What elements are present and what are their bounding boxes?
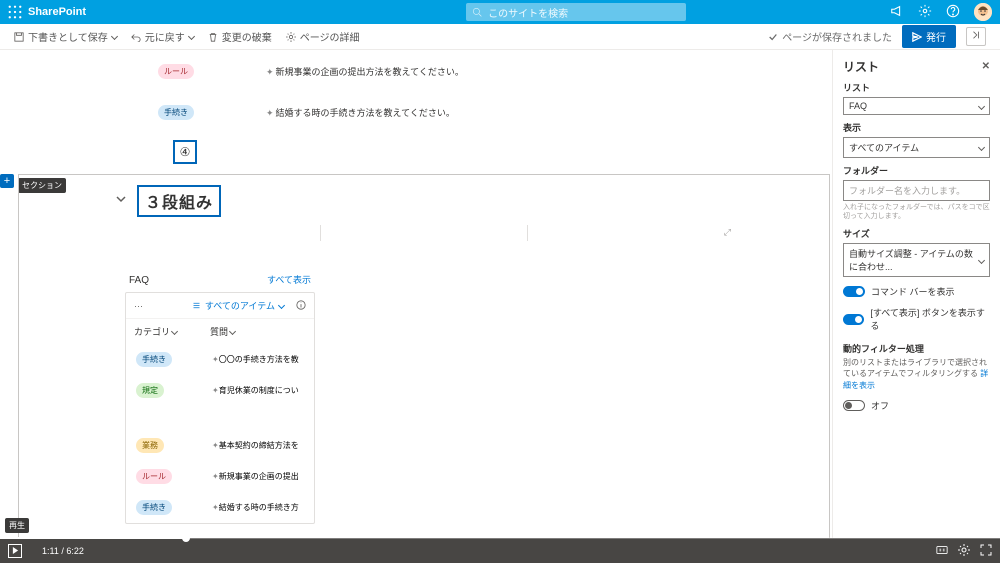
publish-button[interactable]: 発行 bbox=[902, 25, 956, 48]
dynamic-filter-desc: 別のリストまたはライブラリで選択されているアイテムでフィルタリングする 詳細を表… bbox=[843, 357, 990, 391]
settings-icon[interactable] bbox=[918, 4, 932, 21]
webpart-title: FAQ bbox=[129, 275, 149, 286]
search-placeholder: このサイトを検索 bbox=[488, 5, 568, 20]
saved-status: ページが保存されました bbox=[768, 29, 892, 44]
question-text: ✦結婚する時の手続き方 bbox=[212, 502, 299, 513]
list-row[interactable]: ルール ✦新規事業の企画の提出方法を教えてください。 bbox=[158, 64, 832, 79]
folder-hint: 入れ子になったフォルダーでは、パスをコで区切って入力します。 bbox=[843, 203, 990, 221]
fullscreen-icon[interactable] bbox=[980, 544, 992, 558]
video-player-bar: 1:11 / 6:22 bbox=[0, 538, 1000, 563]
chevron-down-icon bbox=[978, 102, 985, 109]
megaphone-icon[interactable] bbox=[890, 4, 904, 21]
section-3col[interactable]: ３段組み ⤢ FAQ すべて表示 ··· bbox=[18, 174, 830, 538]
chevron-down-icon bbox=[171, 328, 178, 335]
table-row[interactable]: ルール ✦新規事業の企画の提出 bbox=[126, 461, 314, 492]
toggle-dynamic-filter[interactable] bbox=[843, 400, 865, 411]
captions-icon[interactable] bbox=[936, 544, 948, 558]
table-row[interactable]: 手続き ✦結婚する時の手続き方 bbox=[126, 492, 314, 523]
chevron-down-icon bbox=[978, 257, 985, 264]
view-selector[interactable]: すべてのアイテム bbox=[192, 299, 284, 312]
category-badge: ルール bbox=[158, 64, 194, 79]
add-section-rail: + bbox=[0, 174, 18, 188]
close-panel-button[interactable]: ✕ bbox=[982, 61, 990, 72]
column-header-question[interactable]: 質問 bbox=[210, 325, 235, 338]
page-details-button[interactable]: ページの詳細 bbox=[286, 29, 360, 44]
suite-nav: SharePoint このサイトを検索 bbox=[0, 0, 1000, 24]
search-box[interactable]: このサイトを検索 bbox=[466, 3, 686, 21]
column-1[interactable] bbox=[115, 225, 321, 241]
column-2[interactable] bbox=[321, 225, 527, 241]
three-column-zone: ⤢ bbox=[115, 225, 733, 241]
view-dropdown[interactable]: すべてのアイテム bbox=[843, 137, 990, 158]
resize-handle-icon[interactable]: ⤢ bbox=[724, 227, 731, 238]
question-text: ✦新規事業の企画の提出方法を教えてください。 bbox=[266, 65, 464, 78]
panel-title: リスト bbox=[843, 58, 879, 75]
category-badge: 手続き bbox=[136, 352, 172, 367]
table-row[interactable]: 業務 ✦基本契約の締結方法を bbox=[126, 406, 314, 461]
save-draft-button[interactable]: 下書きとして保存 bbox=[14, 29, 117, 44]
list-dropdown[interactable]: FAQ bbox=[843, 97, 990, 115]
chevron-down-icon bbox=[188, 33, 195, 40]
app-launcher-icon[interactable] bbox=[8, 5, 22, 19]
chevron-down-icon bbox=[111, 33, 118, 40]
add-section-button[interactable]: + bbox=[0, 174, 14, 188]
column-header-category[interactable]: カテゴリ bbox=[134, 325, 210, 338]
toggle-commandbar[interactable] bbox=[843, 286, 865, 297]
chevron-down-icon bbox=[278, 302, 285, 309]
category-badge: 手続き bbox=[158, 105, 194, 120]
table-row[interactable]: 手続き ✦〇〇の手続き方法を教 bbox=[126, 344, 314, 375]
user-avatar[interactable] bbox=[974, 3, 992, 21]
info-icon[interactable] bbox=[296, 300, 306, 312]
size-dropdown[interactable]: 自動サイズ調整 - アイテムの数に合わせ... bbox=[843, 243, 990, 277]
category-badge: 業務 bbox=[136, 438, 164, 453]
question-text: ✦〇〇の手続き方法を教 bbox=[212, 354, 299, 365]
question-text: ✦結婚する時の手続き方法を教えてください。 bbox=[266, 106, 455, 119]
question-text: ✦育児休業の制度につい bbox=[212, 385, 299, 396]
app-title[interactable]: SharePoint bbox=[28, 6, 86, 18]
settings-icon[interactable] bbox=[958, 544, 970, 558]
list-row[interactable]: 手続き ✦結婚する時の手続き方法を教えてください。 bbox=[158, 105, 832, 120]
undo-button[interactable]: 元に戻す bbox=[131, 29, 194, 44]
help-icon[interactable] bbox=[946, 4, 960, 21]
list-field-label: リスト bbox=[843, 81, 990, 94]
folder-field-label: フォルダー bbox=[843, 164, 990, 177]
table-row[interactable]: 規定 ✦育児休業の制度につい bbox=[126, 375, 314, 406]
folder-input[interactable]: フォルダー名を入力します。 bbox=[843, 180, 990, 201]
more-icon[interactable]: ··· bbox=[134, 301, 143, 311]
list-webpart[interactable]: FAQ すべて表示 ··· すべてのアイテム bbox=[125, 273, 315, 524]
video-time: 1:11 / 6:22 bbox=[42, 546, 84, 556]
question-text: ✦基本契約の締結方法を bbox=[212, 440, 299, 451]
page-edit-toolbar: 下書きとして保存 元に戻す 変更の破棄 ページの詳細 ページが保存されました 発… bbox=[0, 24, 1000, 50]
show-all-link[interactable]: すべて表示 bbox=[267, 273, 311, 286]
size-field-label: サイズ bbox=[843, 227, 990, 240]
property-panel: リスト ✕ リスト FAQ 表示 すべてのアイテム フォルダー フォルダー名を入… bbox=[832, 50, 1000, 538]
category-badge: 規定 bbox=[136, 383, 164, 398]
dynamic-filter-heading: 動的フィルター処理 bbox=[843, 342, 990, 355]
column-3[interactable]: ⤢ bbox=[528, 225, 733, 241]
section-title: ３段組み bbox=[137, 185, 221, 217]
video-replay-label: 再生 bbox=[5, 518, 29, 533]
view-field-label: 表示 bbox=[843, 121, 990, 134]
video-progress[interactable] bbox=[0, 537, 1000, 539]
category-badge: 手続き bbox=[136, 500, 172, 515]
category-badge: ルール bbox=[136, 469, 172, 484]
toggle-showall[interactable] bbox=[843, 314, 864, 325]
annotation-marker-4: ④ bbox=[173, 140, 197, 164]
chevron-down-icon bbox=[978, 144, 985, 151]
chevron-down-icon bbox=[229, 328, 236, 335]
discard-button[interactable]: 変更の破棄 bbox=[208, 29, 272, 44]
page-canvas[interactable]: ルール ✦新規事業の企画の提出方法を教えてください。手続き ✦結婚する時の手続き方法… bbox=[0, 50, 832, 538]
play-button[interactable] bbox=[8, 544, 22, 558]
collapse-section-icon[interactable] bbox=[115, 192, 127, 210]
collapse-panel-button[interactable] bbox=[966, 27, 986, 46]
question-text: ✦新規事業の企画の提出 bbox=[212, 471, 299, 482]
